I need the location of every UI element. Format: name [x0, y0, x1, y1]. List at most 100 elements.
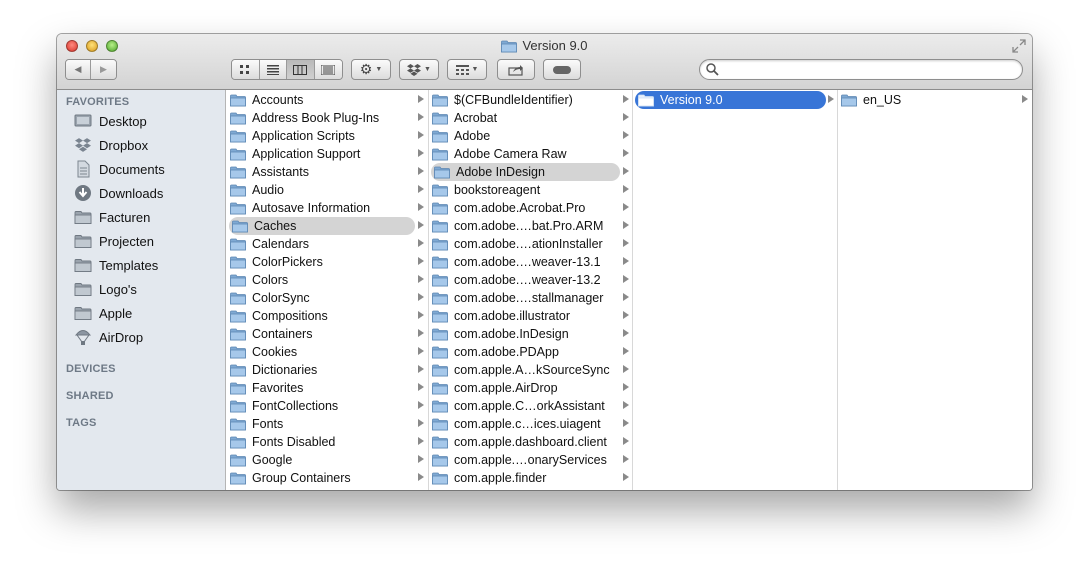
folder-row[interactable]: Compositions: [227, 307, 424, 325]
folder-row[interactable]: ColorPickers: [227, 253, 424, 271]
folder-name: Autosave Information: [252, 201, 371, 215]
folder-row[interactable]: Autosave Information: [227, 199, 424, 217]
folder-row[interactable]: com.adobe.InDesign: [429, 325, 629, 343]
sidebar-item-label: Downloads: [99, 185, 164, 201]
folder-row[interactable]: Containers: [227, 325, 424, 343]
sidebar-item-airdrop[interactable]: AirDrop: [74, 326, 143, 348]
folder-name: com.apple.dashboard.client: [454, 435, 607, 449]
folder-row[interactable]: Fonts: [227, 415, 424, 433]
folder-icon: [230, 166, 246, 179]
sidebar-heading-tags[interactable]: TAGS: [66, 417, 97, 429]
folder-row[interactable]: Accounts: [227, 91, 424, 109]
disclosure-arrow-icon: [418, 311, 424, 319]
folder-icon: [432, 256, 448, 269]
sidebar-item-projecten[interactable]: Projecten: [74, 230, 154, 252]
search-field[interactable]: [699, 59, 1023, 80]
fullscreen-icon[interactable]: [1012, 39, 1026, 53]
folder-row[interactable]: com.adobe.Acrobat.Pro: [429, 199, 629, 217]
folder-row[interactable]: Version 9.0: [635, 91, 834, 109]
folder-row[interactable]: com.apple.c…ices.uiagent: [429, 415, 629, 433]
folder-row[interactable]: Adobe: [429, 127, 629, 145]
sidebar-heading-devices[interactable]: DEVICES: [66, 363, 116, 375]
folder-name: Fonts Disabled: [252, 435, 336, 449]
coverflow-view-icon: [321, 64, 336, 75]
folder-row[interactable]: com.apple.A…kSourceSync: [429, 361, 629, 379]
folder-row[interactable]: com.apple.C…orkAssistant: [429, 397, 629, 415]
folder-row[interactable]: Assistants: [227, 163, 424, 181]
folder-row[interactable]: Acrobat: [429, 109, 629, 127]
sidebar-item-templates[interactable]: Templates: [74, 254, 158, 276]
column-view-button[interactable]: [287, 60, 315, 79]
folder-row[interactable]: com.adobe.…weaver-13.2: [429, 271, 629, 289]
folder-row[interactable]: com.adobe.PDApp: [429, 343, 629, 361]
disclosure-arrow-icon: [623, 185, 629, 193]
icon-view-button[interactable]: [232, 60, 260, 79]
folder-row[interactable]: com.adobe.illustrator: [429, 307, 629, 325]
list-view-button[interactable]: [259, 60, 287, 79]
dropbox-menu-button[interactable]: ▼: [399, 59, 439, 80]
sidebar-item-apple[interactable]: Apple: [74, 302, 132, 324]
folder-row[interactable]: com.adobe.…weaver-13.1: [429, 253, 629, 271]
arrange-menu-button[interactable]: ▼: [447, 59, 487, 80]
folder-row[interactable]: Application Scripts: [227, 127, 424, 145]
sidebar-item-facturen[interactable]: Facturen: [74, 206, 150, 228]
folder-row[interactable]: Google: [227, 451, 424, 469]
coverflow-view-button[interactable]: [314, 60, 342, 79]
folder-row[interactable]: com.apple.…onaryServices: [429, 451, 629, 469]
arrange-icon: [455, 64, 469, 75]
folder-row[interactable]: Colors: [227, 271, 424, 289]
folder-row[interactable]: com.adobe.…ationInstaller: [429, 235, 629, 253]
action-menu-button[interactable]: ⚙ ▼: [351, 59, 391, 80]
folder-icon: [230, 274, 246, 287]
folder-row[interactable]: com.adobe.…bat.Pro.ARM: [429, 217, 629, 235]
folder-name: Application Support: [252, 147, 361, 161]
folder-row[interactable]: Adobe Camera Raw: [429, 145, 629, 163]
folder-row[interactable]: Application Support: [227, 145, 424, 163]
folder-row[interactable]: Adobe InDesign: [431, 163, 629, 181]
folder-row[interactable]: com.apple.finder: [429, 469, 629, 487]
folder-row[interactable]: Audio: [227, 181, 424, 199]
folder-row[interactable]: Dictionaries: [227, 361, 424, 379]
folder-row[interactable]: Caches: [229, 217, 424, 235]
window-title: Version 9.0: [57, 38, 1032, 53]
folder-icon: [434, 166, 450, 179]
folder-row[interactable]: Address Book Plug-Ins: [227, 109, 424, 127]
sidebar-item-downloads[interactable]: Downloads: [74, 182, 163, 204]
folder-name: Version 9.0: [660, 93, 723, 107]
folder-name: Assistants: [252, 165, 309, 179]
sidebar-item-dropbox[interactable]: Dropbox: [74, 134, 148, 156]
folder-row[interactable]: Fonts Disabled: [227, 433, 424, 451]
back-button[interactable]: ◀: [66, 60, 91, 79]
folder-row[interactable]: bookstoreagent: [429, 181, 629, 199]
folder-row[interactable]: Group Containers: [227, 469, 424, 487]
sidebar-heading-shared[interactable]: SHARED: [66, 390, 114, 402]
folder-icon: [432, 220, 448, 233]
disclosure-arrow-icon: [623, 473, 629, 481]
sidebar-item-documents[interactable]: Documents: [74, 158, 165, 180]
folder-row[interactable]: en_US: [838, 91, 1028, 109]
folder-row[interactable]: Calendars: [227, 235, 424, 253]
folder-name: com.apple.AirDrop: [454, 381, 558, 395]
folder-icon: [74, 304, 92, 322]
folder-icon: [432, 238, 448, 251]
folder-icon: [432, 382, 448, 395]
folder-row[interactable]: com.adobe.…stallmanager: [429, 289, 629, 307]
folder-name: Application Scripts: [252, 129, 355, 143]
folder-name: Cookies: [252, 345, 298, 359]
disclosure-arrow-icon: [623, 275, 629, 283]
folder-row[interactable]: com.apple.AirDrop: [429, 379, 629, 397]
share-button[interactable]: [497, 59, 535, 80]
tags-button[interactable]: [543, 59, 581, 80]
folder-row[interactable]: FontCollections: [227, 397, 424, 415]
dropbox-icon: [407, 63, 422, 76]
search-input[interactable]: [722, 62, 1012, 77]
folder-row[interactable]: $(CFBundleIdentifier): [429, 91, 629, 109]
folder-row[interactable]: ColorSync: [227, 289, 424, 307]
folder-row[interactable]: com.apple.dashboard.client: [429, 433, 629, 451]
sidebar-item-logo-s[interactable]: Logo's: [74, 278, 137, 300]
chevron-down-icon: ▼: [471, 66, 479, 73]
folder-row[interactable]: Favorites: [227, 379, 424, 397]
sidebar-item-desktop[interactable]: Desktop: [74, 110, 147, 132]
forward-button[interactable]: ▶: [91, 60, 116, 79]
folder-row[interactable]: Cookies: [227, 343, 424, 361]
